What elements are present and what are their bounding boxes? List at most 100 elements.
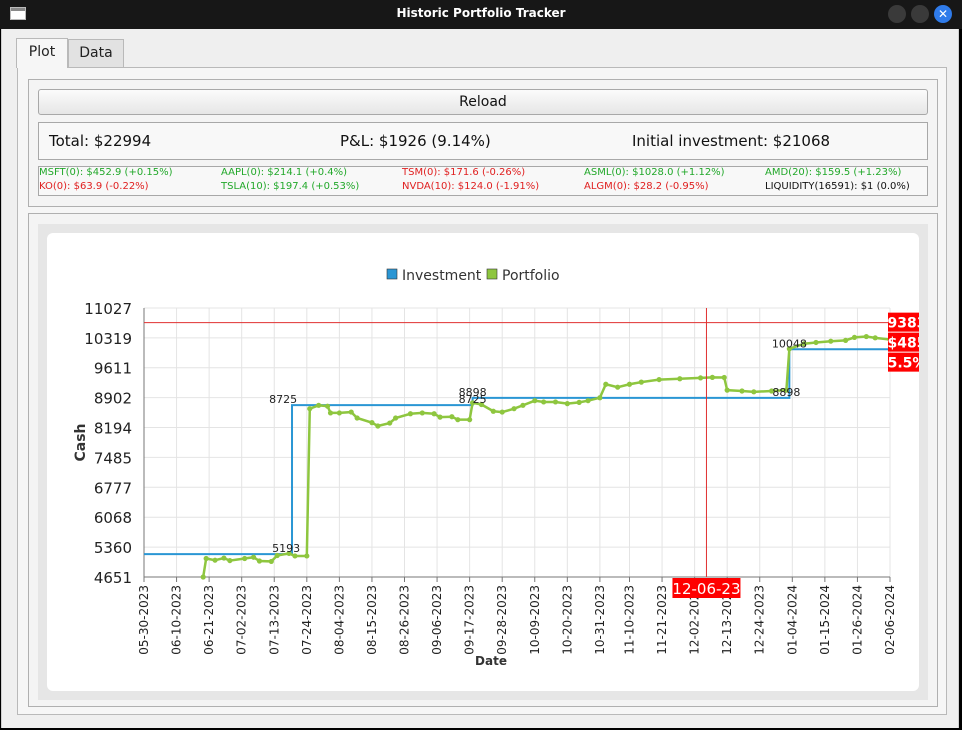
portfolio-point [419, 410, 425, 416]
x-tick-label: 10-20-2023 [560, 585, 574, 655]
investment-value-label: 10048 [772, 337, 807, 350]
initial-investment-value: Initial investment: $21068 [632, 132, 831, 150]
portfolio-point [828, 338, 834, 344]
portfolio-chart[interactable]: 4651 5360 6068 6777 7485 8194 8902 9611 10319 110… [47, 233, 926, 691]
y-tick-label: 6068 [94, 509, 132, 527]
x-tick-label: 01-26-2024 [850, 585, 864, 655]
portfolio-point [677, 376, 683, 382]
chart-background: 4651 5360 6068 6777 7485 8194 8902 9611 10319 110… [38, 224, 928, 700]
portfolio-point [212, 557, 218, 563]
chart-group: 4651 5360 6068 6777 7485 8194 8902 9611 10319 110… [28, 213, 938, 707]
main-window: Plot Data Reload Total: $22994 P&L: $192… [1, 29, 959, 728]
plot-tab-pane: Reload Total: $22994 P&L: $1926 (9.14%) … [17, 67, 947, 715]
window-title: Historic Portfolio Tracker [396, 6, 566, 20]
investment-value-label: 8725 [269, 393, 297, 406]
date-marker-label: 12-06-23 [672, 580, 740, 598]
portfolio-point [564, 401, 570, 407]
portfolio-point [615, 384, 621, 390]
tab-plot[interactable]: Plot [16, 38, 68, 68]
value-marker-label: 5.5% [888, 356, 919, 372]
portfolio-point [393, 415, 399, 421]
legend-swatch-investment [386, 268, 398, 280]
y-tick-label: 8194 [94, 420, 132, 438]
minimize-button[interactable] [888, 5, 906, 23]
legend-label-investment: Investment [402, 268, 482, 284]
x-tick-label: 08-04-2023 [332, 585, 346, 655]
ticker-panel: MSFT(0): $452.9 (+0.15%) AAPL(0): $214.1… [38, 166, 928, 196]
portfolio-point [552, 399, 559, 405]
portfolio-point [256, 558, 263, 564]
value-marker-label: 9383 [888, 316, 919, 332]
x-tick-label: 11-10-2023 [622, 585, 636, 655]
portfolio-point [327, 410, 334, 416]
y-tick-label: 9611 [94, 360, 132, 378]
portfolio-point [437, 414, 443, 420]
portfolio-point [709, 374, 715, 380]
y-tick-label: 10319 [84, 330, 132, 348]
maximize-button[interactable] [911, 5, 929, 23]
ticker-item: LIQUIDITY(16591): $1 (0.0%) [765, 181, 910, 192]
portfolio-point [842, 337, 849, 343]
portfolio-point [863, 333, 869, 340]
x-tick-label: 01-04-2024 [785, 585, 799, 655]
ticker-item: TSM(0): $171.6 (-0.26%) [402, 167, 526, 178]
portfolio-point [520, 402, 526, 408]
portfolio-point [316, 402, 322, 408]
portfolio-point [656, 376, 662, 383]
portfolio-point [242, 555, 248, 562]
x-tick-label: 10-09-2023 [528, 585, 542, 655]
close-button[interactable]: ✕ [934, 5, 952, 23]
portfolio-point [407, 411, 414, 417]
legend-label-portfolio: Portfolio [502, 268, 560, 284]
portfolio-point [597, 395, 603, 401]
x-tick-label: 08-26-2023 [398, 585, 412, 655]
portfolio-point [585, 398, 591, 404]
portfolio-point [431, 411, 437, 417]
summary-panel: Total: $22994 P&L: $1926 (9.14%) Initial… [38, 122, 928, 160]
portfolio-point [467, 417, 473, 423]
portfolio-point [200, 574, 206, 580]
y-axis-title: Cash [73, 423, 89, 461]
x-tick-label: 10-31-2023 [593, 585, 607, 655]
x-axis-title: Date [475, 654, 507, 668]
x-tick-label: 07-13-2023 [267, 585, 281, 655]
investment-value-label: 8898 [772, 386, 800, 399]
pnl-value: P&L: $1926 (9.14%) [340, 132, 491, 150]
close-icon: ✕ [937, 7, 949, 21]
portfolio-point [511, 406, 517, 412]
portfolio-point [751, 389, 757, 395]
portfolio-point [813, 339, 819, 346]
y-tick-label: 8902 [94, 390, 132, 408]
portfolio-point [626, 381, 633, 387]
y-tick-label: 7485 [94, 449, 132, 467]
portfolio-point [872, 335, 878, 341]
x-tick-label: 11-21-2023 [655, 585, 669, 655]
x-tick-label: 06-10-2023 [170, 585, 184, 655]
x-tick-label: 06-21-2023 [202, 585, 216, 655]
portfolio-point [724, 387, 730, 393]
tab-data[interactable]: Data [68, 39, 124, 67]
reload-button[interactable]: Reload [38, 89, 928, 115]
portfolio-point [354, 415, 360, 421]
investment-value-label: 8898 [459, 386, 487, 399]
y-tick-label: 11027 [84, 300, 132, 318]
ticker-item: MSFT(0): $452.9 (+0.15%) [39, 167, 173, 178]
y-tick-label: 6777 [94, 479, 132, 497]
portfolio-point [638, 379, 644, 385]
portfolio-point [348, 409, 354, 415]
x-tick-label: 09-28-2023 [495, 585, 509, 655]
portfolio-point [739, 388, 745, 394]
x-tick-label: 02-06-2024 [883, 585, 897, 655]
x-tick-label: 09-06-2023 [430, 585, 444, 655]
title-bar: Historic Portfolio Tracker ✕ [0, 0, 962, 29]
x-tick-label: 01-15-2024 [818, 585, 832, 655]
portfolio-point [336, 410, 342, 416]
portfolio-point [324, 403, 331, 409]
portfolio-point [532, 398, 538, 404]
portfolio-point [499, 409, 505, 415]
portfolio-point [576, 399, 582, 405]
portfolio-series-line [201, 335, 891, 578]
controls-group: Reload Total: $22994 P&L: $1926 (9.14%) … [28, 79, 938, 207]
x-tick-label: 09-17-2023 [463, 585, 477, 655]
chart-card: 4651 5360 6068 6777 7485 8194 8902 9611 10319 110… [47, 233, 926, 691]
